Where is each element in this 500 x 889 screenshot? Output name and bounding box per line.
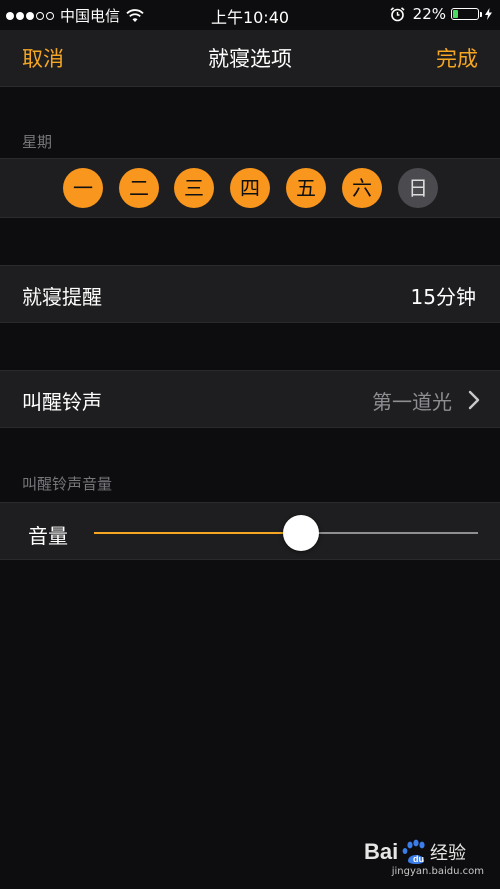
chevron-right-icon bbox=[468, 390, 480, 410]
volume-slider-thumb[interactable] bbox=[283, 515, 320, 551]
baidu-jingyan-watermark: Bai du 经验 jingyan.baidu.com bbox=[364, 837, 484, 879]
day-toggle-fri[interactable]: 五 bbox=[286, 168, 326, 208]
volume-slider-fill bbox=[94, 532, 302, 534]
battery-percent: 22% bbox=[412, 5, 446, 23]
day-toggle-wed[interactable]: 三 bbox=[174, 168, 214, 208]
status-bar: 中国电信 上午10:40 22% bbox=[0, 0, 500, 30]
watermark-url: jingyan.baidu.com bbox=[391, 866, 484, 877]
status-right: 22% bbox=[390, 5, 492, 23]
navigation-bar: 取消 就寝选项 完成 bbox=[0, 30, 500, 87]
weekday-section-label: 星期 bbox=[22, 133, 53, 151]
alarm-icon bbox=[390, 6, 405, 21]
bedtime-options-screen: 中国电信 上午10:40 22% 取消 就寝选项 完成 星期 一 二 三 四 五… bbox=[0, 0, 500, 889]
baidu-jingyan-logo: Bai du 经验 bbox=[364, 839, 466, 864]
done-button[interactable]: 完成 bbox=[436, 43, 478, 73]
volume-row: 音量 bbox=[0, 502, 500, 560]
day-toggle-thu[interactable]: 四 bbox=[230, 168, 270, 208]
day-toggle-sat[interactable]: 六 bbox=[342, 168, 382, 208]
wake-sound-row[interactable]: 叫醒铃声 第一道光 bbox=[0, 370, 500, 428]
svg-text:du: du bbox=[413, 854, 424, 864]
volume-section-label: 叫醒铃声音量 bbox=[22, 475, 113, 493]
svg-text:经验: 经验 bbox=[430, 843, 466, 864]
cancel-button[interactable]: 取消 bbox=[22, 43, 64, 73]
bedtime-reminder-row[interactable]: 就寝提醒 15分钟 bbox=[0, 265, 500, 323]
bolt-icon bbox=[485, 8, 492, 20]
volume-slider[interactable] bbox=[94, 515, 478, 551]
battery-fill bbox=[453, 10, 458, 18]
volume-slider-track bbox=[301, 532, 478, 534]
volume-label: 音量 bbox=[28, 524, 68, 548]
day-toggle-mon[interactable]: 一 bbox=[63, 168, 103, 208]
bedtime-reminder-label: 就寝提醒 bbox=[22, 285, 102, 309]
battery-tip bbox=[480, 11, 482, 17]
battery-icon bbox=[451, 8, 479, 20]
page-title: 就寝选项 bbox=[208, 47, 292, 71]
day-toggle-tue[interactable]: 二 bbox=[119, 168, 159, 208]
bedtime-reminder-value: 15分钟 bbox=[410, 285, 476, 309]
weekday-selector: 一 二 三 四 五 六 日 bbox=[0, 158, 500, 218]
wake-sound-label: 叫醒铃声 bbox=[22, 390, 102, 414]
svg-text:Bai: Bai bbox=[364, 839, 398, 864]
day-toggle-sun[interactable]: 日 bbox=[398, 168, 438, 208]
wake-sound-value: 第一道光 bbox=[372, 390, 452, 414]
